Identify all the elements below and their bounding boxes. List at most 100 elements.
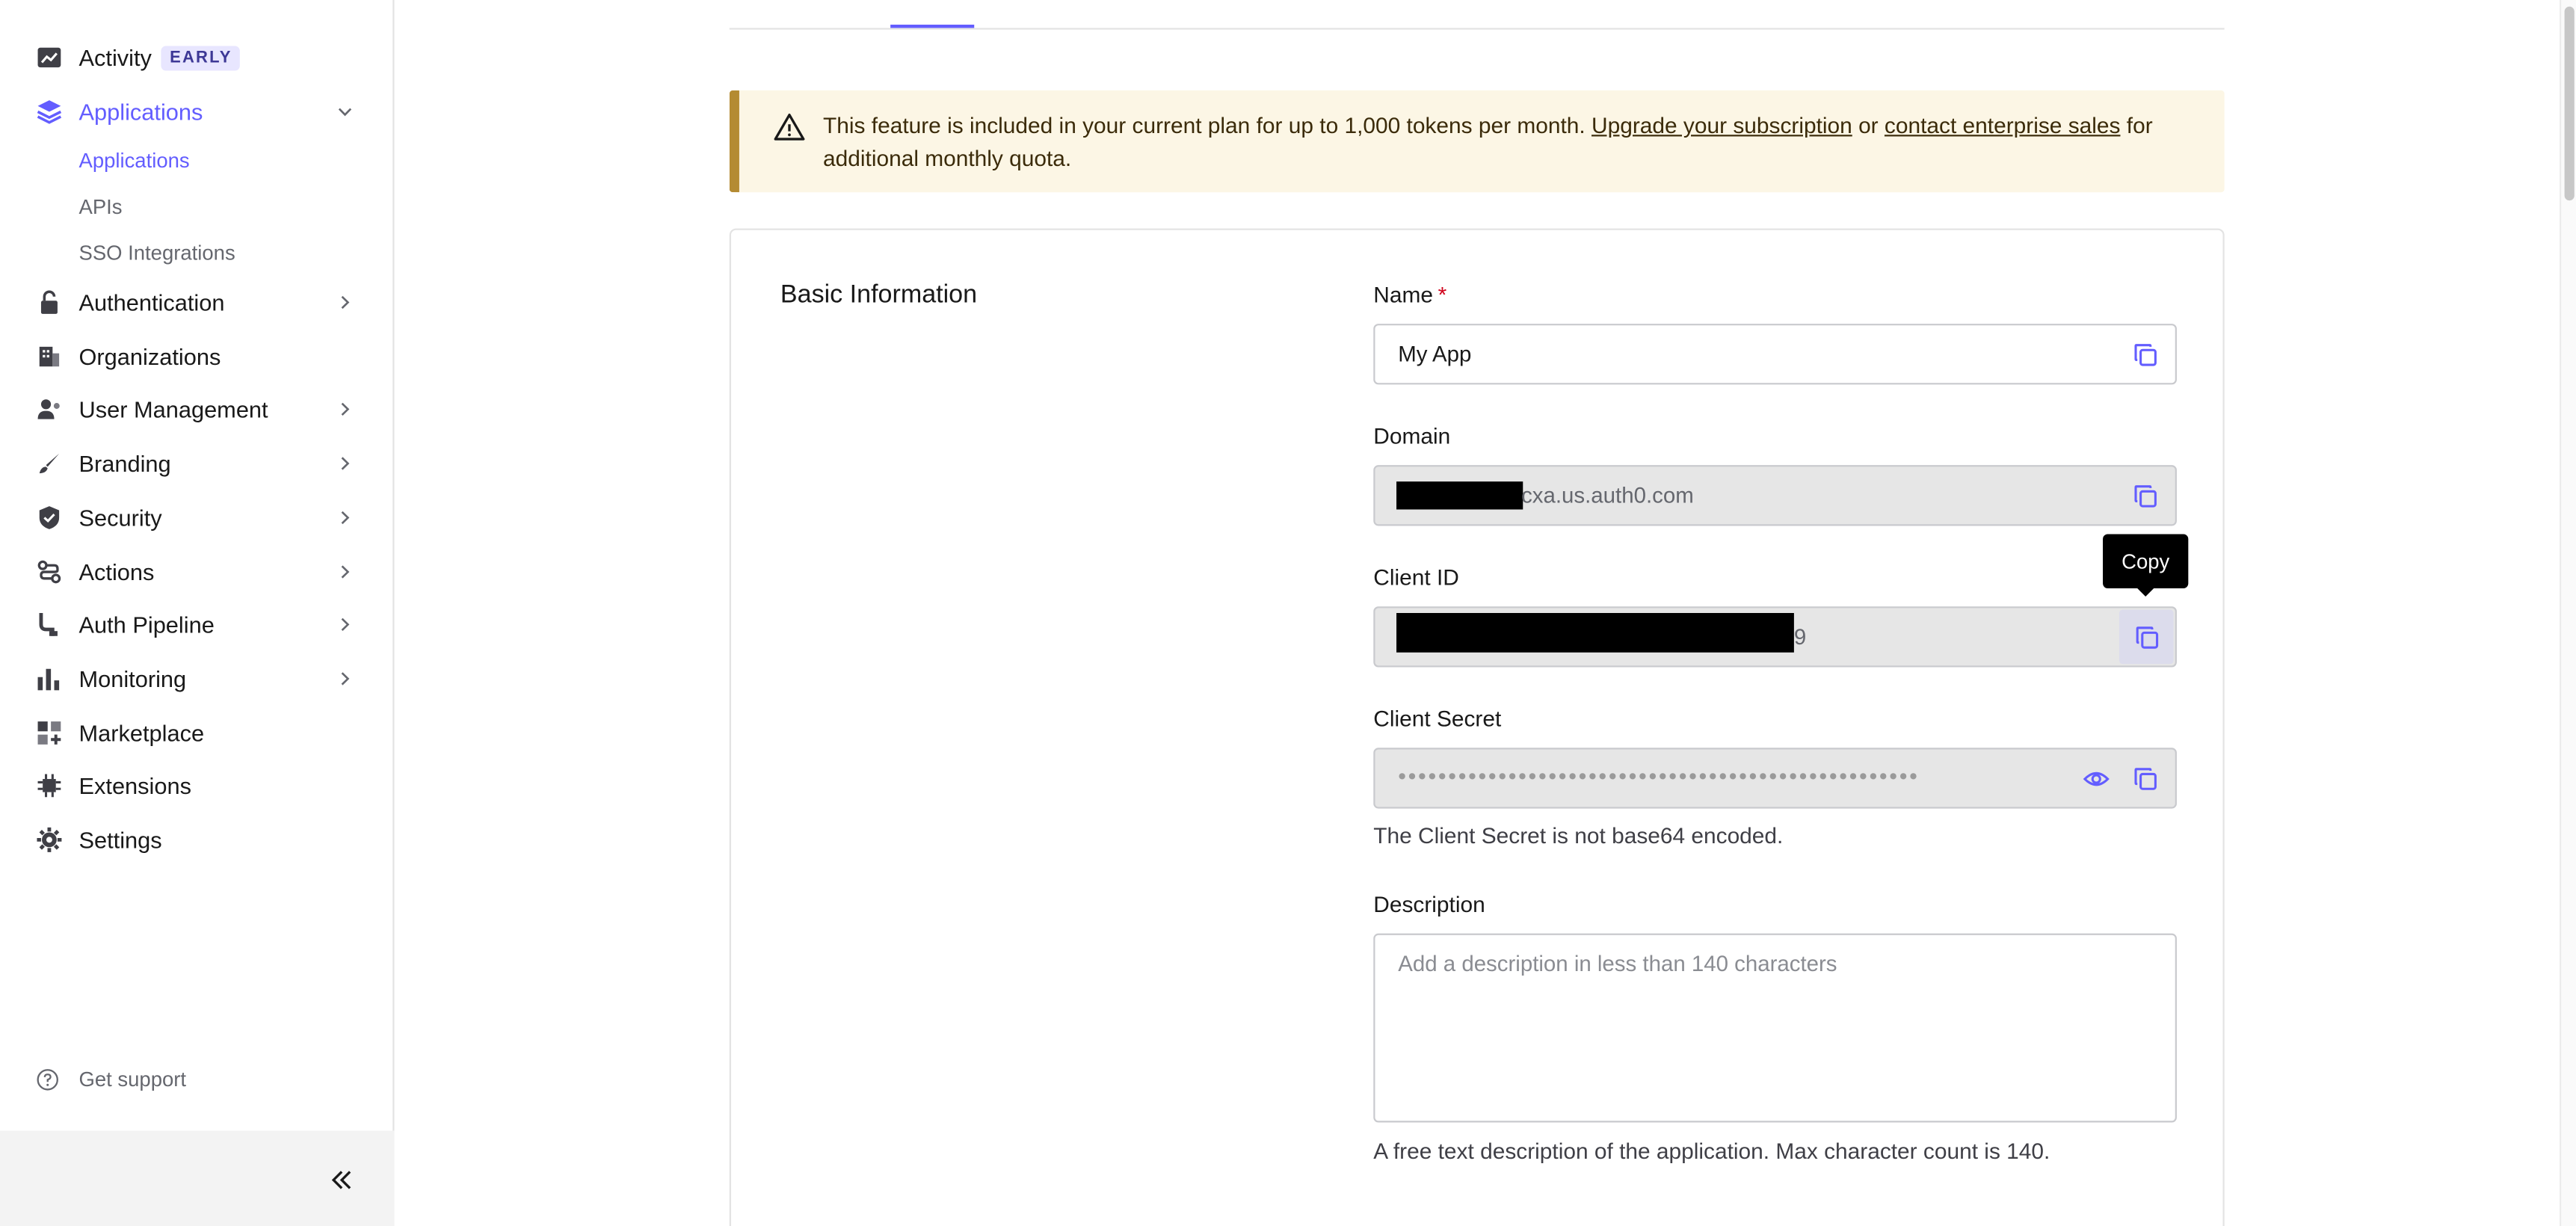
chevron-down-icon [338,108,352,117]
client-id-label: Client ID [1373,565,1459,591]
chevron-right-icon [341,457,350,470]
name-field[interactable]: My App [1373,324,2177,385]
sidebar-item-label: Branding [78,450,171,477]
name-label: Name * [1373,283,1446,307]
sidebar-subitem-sso-integrations[interactable]: SSO Integrations [0,230,394,276]
activity-icon [34,43,64,73]
actions-icon [34,556,64,586]
pipeline-icon [34,610,64,640]
client-id-field[interactable]: 9 [1373,606,2177,668]
sidebar-item-authentication[interactable]: Authentication [0,276,394,330]
sidebar-item-label: Security [78,504,162,531]
eye-icon[interactable] [2083,766,2110,792]
sidebar-footer [0,1130,395,1226]
sidebar-subitem-apis[interactable]: APIs [0,185,394,230]
active-tab-indicator [890,24,975,28]
sidebar-item-label: Applications [78,98,203,126]
sidebar-item-organizations[interactable]: Organizations [0,330,394,383]
grid-plus-icon [34,718,64,748]
sidebar-item-branding[interactable]: Branding [0,437,394,490]
copy-icon [2135,626,2158,648]
lock-icon [34,288,64,318]
chevron-right-icon [341,672,350,686]
sidebar: Activity EARLY Applications Applications… [0,0,395,1226]
chevron-right-icon [341,511,350,524]
warning-icon [774,113,805,141]
description-placeholder: Add a description in less than 140 chara… [1398,951,1837,976]
sidebar-item-label: Monitoring [78,665,187,692]
upgrade-subscription-link[interactable]: Upgrade your subscription [1591,114,1852,138]
tabs-divider [729,28,2225,30]
domain-label: Domain [1373,424,1451,449]
client-secret-masked: ••••••••••••••••••••••••••••••••••••••••… [1398,763,1920,789]
domain-value: cxa.us.auth0.com [1521,483,1694,508]
chip-icon [34,771,64,801]
client-id-value: 9 [1793,624,1807,650]
client-secret-help: The Client Secret is not base64 encoded. [1373,823,1784,848]
sidebar-item-label: Auth Pipeline [78,612,215,638]
sidebar-item-label: Settings [78,826,162,853]
sidebar-item-security[interactable]: Security [0,490,394,544]
chevron-right-icon [341,564,350,578]
sidebar-item-label: Organizations [78,343,221,370]
banner-text: This feature is included in your current… [823,110,2203,176]
client-secret-label: Client Secret [1373,706,1502,732]
copy-icon[interactable] [2133,766,2159,792]
sidebar-item-label: Extensions [78,772,191,800]
sidebar-item-marketplace[interactable]: Marketplace [0,706,394,760]
sidebar-item-label: Activity [78,45,152,72]
sidebar-item-label: User Management [78,396,268,424]
users-icon [34,395,64,425]
chevron-right-icon [341,403,350,417]
applications-icon [34,97,64,127]
sidebar-item-user-management[interactable]: User Management [0,383,394,437]
sidebar-item-monitoring[interactable]: Monitoring [0,652,394,706]
copy-button[interactable] [2119,609,2174,665]
scrollbar-thumb[interactable] [2564,6,2575,201]
sidebar-item-actions[interactable]: Actions [0,544,394,598]
chevron-right-icon [341,618,350,632]
client-secret-field[interactable]: ••••••••••••••••••••••••••••••••••••••••… [1373,748,2177,809]
redacted-block [1396,481,1523,510]
copy-icon[interactable] [2133,342,2159,368]
shield-icon [34,502,64,532]
name-label-text: Name [1373,283,1433,308]
app-root: Activity EARLY Applications Applications… [0,0,2576,1226]
basic-information-card: Basic Information Name * My App Domain cx… [729,228,2225,1226]
copy-tooltip: Copy [2103,534,2189,597]
page-scrollbar[interactable] [2560,0,2576,1226]
sidebar-item-label: Authentication [78,289,225,316]
description-help: A free text description of the applicati… [1373,1139,2050,1164]
help-circle-icon [37,1069,58,1091]
plan-warning-banner: This feature is included in your current… [729,90,2225,193]
banner-text-part: or [1852,113,1885,138]
brush-icon [34,449,64,479]
chevron-right-icon [341,296,350,309]
sidebar-item-activity[interactable]: Activity EARLY [0,31,394,85]
sidebar-item-auth-pipeline[interactable]: Auth Pipeline [0,598,394,652]
bar-chart-icon [34,664,64,694]
sidebar-nav: Activity EARLY Applications Applications… [0,31,394,867]
redacted-block [1396,612,1794,653]
get-support-link[interactable]: Get support [36,1068,186,1091]
gear-icon [34,825,64,855]
building-icon [34,342,64,372]
required-marker: * [1438,283,1447,308]
sidebar-item-label: Actions [78,558,155,585]
section-title: Basic Information [780,280,978,309]
sidebar-item-settings[interactable]: Settings [0,813,394,866]
banner-text-part: This feature is included in your current… [823,113,1592,138]
collapse-sidebar-icon[interactable] [329,1167,355,1193]
name-value: My App [1398,342,1472,367]
description-textarea[interactable]: Add a description in less than 140 chara… [1373,933,2177,1123]
sidebar-subitem-applications[interactable]: Applications [0,138,394,184]
sidebar-item-applications[interactable]: Applications [0,85,394,139]
sidebar-item-extensions[interactable]: Extensions [0,760,394,813]
description-label: Description [1373,892,1485,917]
copy-icon[interactable] [2133,483,2159,509]
get-support-label: Get support [78,1068,187,1091]
sidebar-item-label: Marketplace [78,719,205,746]
early-badge: EARLY [161,46,241,71]
domain-field[interactable]: cxa.us.auth0.com [1373,465,2177,526]
contact-enterprise-sales-link[interactable]: contact enterprise sales [1885,114,2121,138]
